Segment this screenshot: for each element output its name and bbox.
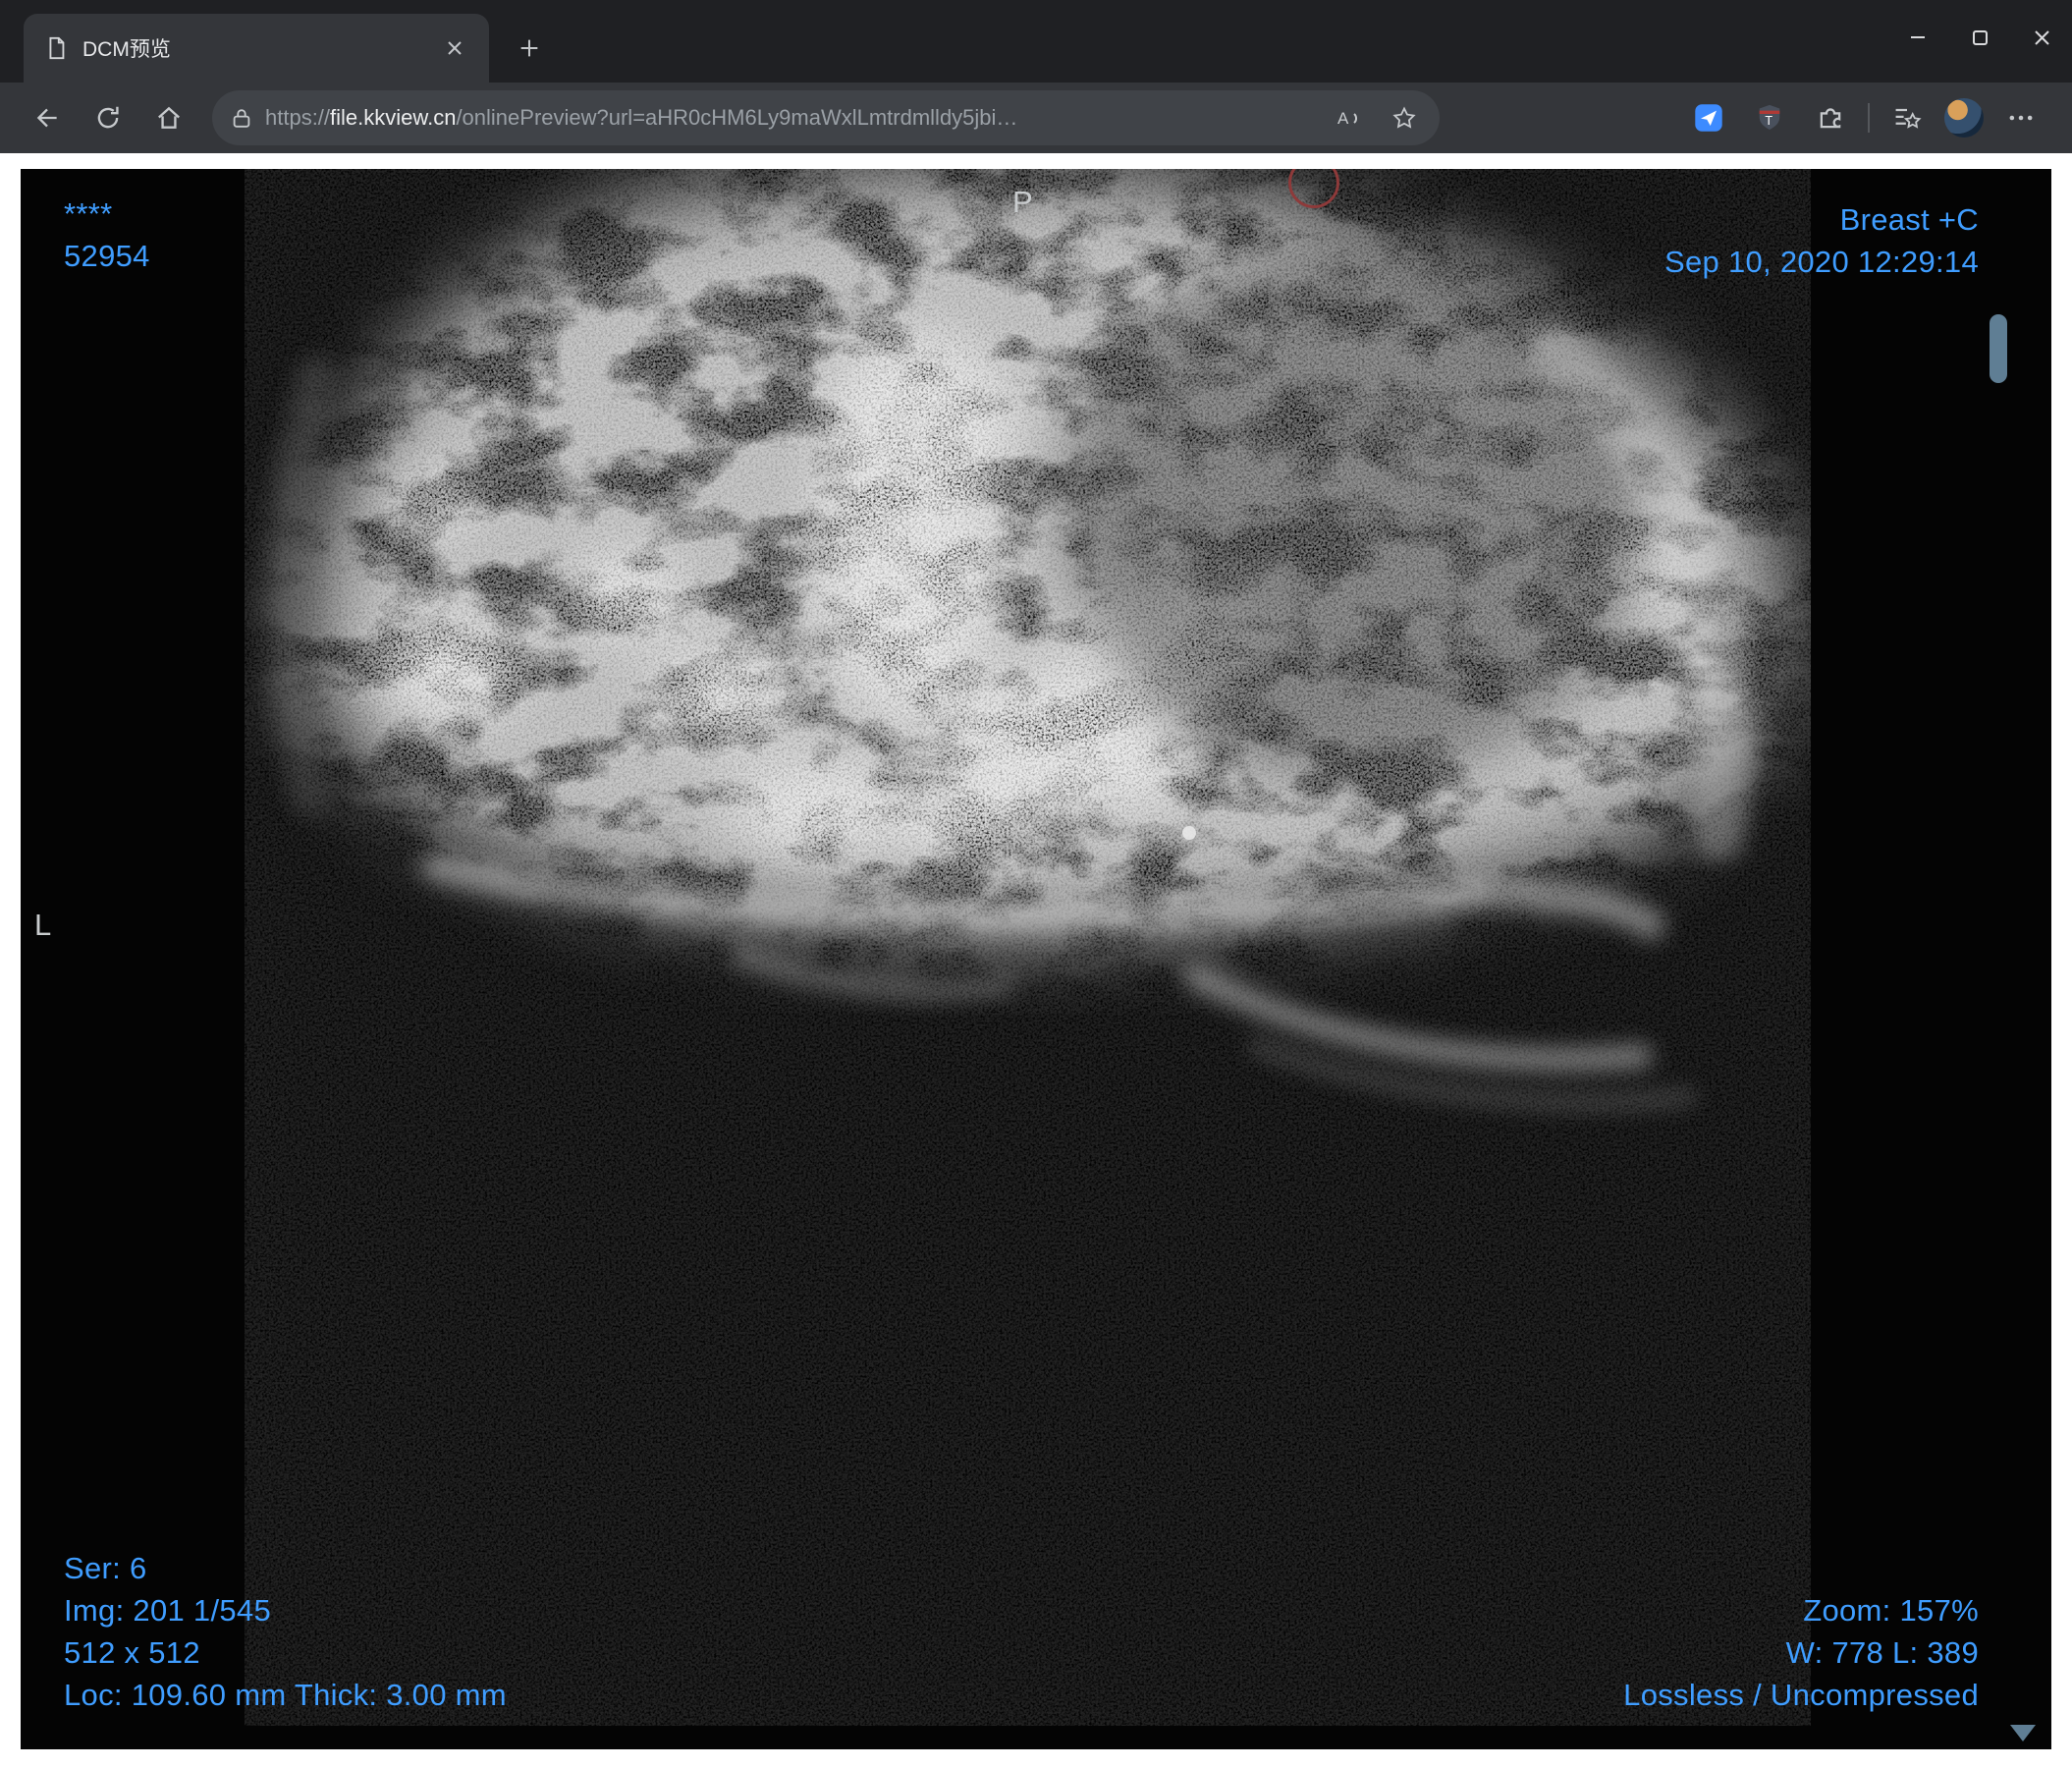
url-scheme: https:// [265, 105, 331, 130]
patient-info-overlay: **** 52954 [64, 193, 150, 277]
close-window-button[interactable] [2010, 0, 2072, 75]
orientation-marker-posterior: P [1012, 185, 1033, 219]
study-info-overlay: Breast +C Sep 10, 2020 12:29:14 [1664, 198, 1979, 283]
url-path: /onlinePreview?url=aHR0cHM6Ly9maWxlLmtrd… [456, 105, 1018, 130]
read-aloud-icon: A [1337, 109, 1357, 128]
home-button[interactable] [141, 90, 196, 145]
back-button[interactable] [20, 90, 75, 145]
profile-avatar[interactable] [1944, 98, 1984, 138]
favorites-hub-button[interactable] [1883, 94, 1931, 141]
plus-icon [520, 39, 538, 57]
orientation-marker-left: L [34, 908, 52, 942]
new-tab-button[interactable] [507, 26, 552, 71]
image-number: Img: 201 1/545 [64, 1593, 272, 1628]
display-info-overlay: Zoom: 157% W: 778 L: 389 Lossless / Unco… [1623, 1589, 1979, 1716]
close-icon [2034, 30, 2049, 45]
study-datetime: Sep 10, 2020 12:29:14 [1663, 245, 1979, 279]
toolbar-extensions-area: T [1685, 94, 2052, 141]
shield-extension-icon: T [1759, 104, 1780, 130]
favorite-button[interactable] [1383, 96, 1426, 139]
address-bar[interactable]: https://file.kkview.cn/onlinePreview?url… [212, 90, 1440, 145]
blue-extension-button[interactable] [1685, 94, 1732, 141]
study-description: Breast +C [1839, 202, 1979, 237]
image-matrix: 512 x 512 [64, 1635, 200, 1670]
lock-icon [233, 109, 250, 128]
back-icon [36, 108, 57, 128]
patient-id: 52954 [64, 239, 150, 273]
more-options-button[interactable] [1997, 94, 2045, 141]
toolbar-divider [1868, 103, 1870, 133]
browser-toolbar: https://file.kkview.cn/onlinePreview?url… [0, 83, 2072, 153]
window-controls [1886, 0, 2072, 75]
svg-text:T: T [1765, 114, 1772, 128]
document-icon [49, 36, 65, 60]
svg-text:A: A [1337, 109, 1349, 128]
browser-tab[interactable]: DCM预览 [24, 14, 489, 83]
refresh-icon [97, 106, 119, 129]
close-icon [448, 41, 462, 55]
url-domain: file.kkview.cn [330, 105, 457, 130]
compression-info: Lossless / Uncompressed [1623, 1678, 1979, 1712]
blue-extension-icon [1695, 104, 1722, 132]
more-ellipsis-icon [2009, 115, 2033, 121]
slice-location: Loc: 109.60 mm Thick: 3.00 mm [64, 1678, 507, 1712]
scroll-down-arrow-icon[interactable] [2010, 1725, 2036, 1741]
favorite-star-icon [1392, 106, 1416, 129]
refresh-button[interactable] [81, 90, 136, 145]
favorites-hub-icon [1895, 108, 1922, 129]
extensions-puzzle-icon [1820, 108, 1841, 129]
series-scrollbar-thumb[interactable] [1990, 314, 2007, 383]
tab-title: DCM预览 [82, 38, 171, 61]
dicom-viewer[interactable]: **** 52954 Breast +C Sep 10, 2020 12:29:… [21, 169, 2051, 1749]
maximize-button[interactable] [1948, 0, 2010, 75]
maximize-icon [1972, 30, 1988, 45]
read-aloud-button[interactable]: A [1328, 96, 1371, 139]
minimize-button[interactable] [1886, 0, 1948, 75]
tab-close-button[interactable] [436, 29, 473, 67]
zoom-level: Zoom: 157% [1803, 1593, 1979, 1628]
minimize-icon [1910, 36, 1925, 38]
series-number: Ser: 6 [64, 1551, 147, 1585]
url-text: https://file.kkview.cn/onlinePreview?url… [265, 105, 1316, 131]
window-level: W: 778 L: 389 [1785, 1635, 1979, 1670]
mri-scan-image [21, 169, 2051, 1749]
browser-titlebar: DCM预览 [0, 0, 2072, 83]
shield-extension-button[interactable]: T [1746, 94, 1793, 141]
patient-name: **** [64, 196, 113, 231]
page-content: **** 52954 Breast +C Sep 10, 2020 12:29:… [0, 153, 2072, 1768]
series-info-overlay: Ser: 6 Img: 201 1/545 512 x 512 Loc: 109… [64, 1547, 507, 1716]
home-icon [158, 106, 180, 129]
extensions-button[interactable] [1807, 94, 1854, 141]
